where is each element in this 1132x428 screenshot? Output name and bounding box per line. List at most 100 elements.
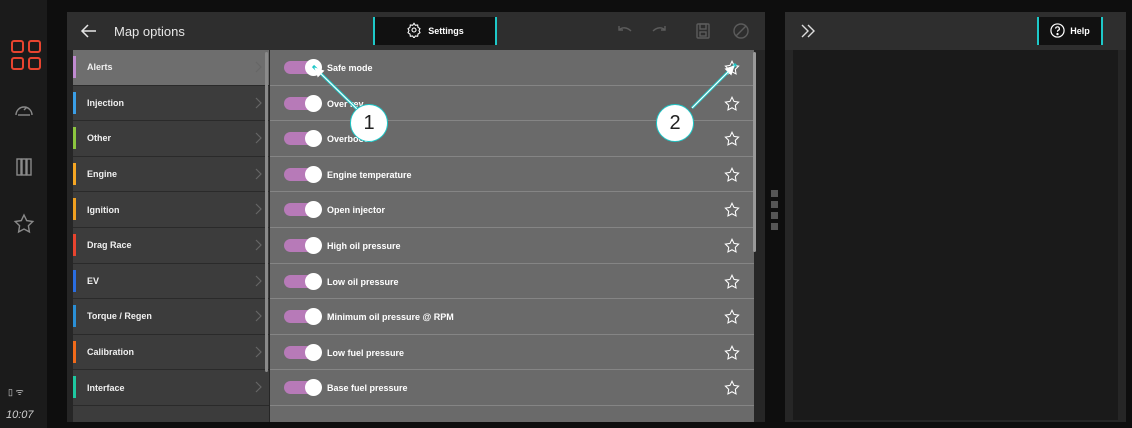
cancel-icon[interactable] [732,22,750,40]
option-row: High oil pressure [270,228,754,264]
option-row: Minimum oil pressure @ RPM [270,299,754,335]
favorite-star-icon[interactable] [723,379,741,397]
option-row: Base fuel pressure [270,370,754,406]
enable-toggle[interactable] [284,130,322,148]
favorite-star-icon[interactable] [723,201,741,219]
favorite-star-icon[interactable] [723,344,741,362]
category-item[interactable]: Engine [73,157,269,193]
enable-toggle[interactable] [284,379,322,397]
category-label: Torque / Regen [87,311,152,322]
category-item[interactable]: EV [73,264,269,300]
option-row: Low fuel pressure [270,335,754,371]
category-item[interactable]: Alerts [73,50,269,86]
gauge-icon[interactable] [12,98,36,122]
gear-icon [406,22,422,40]
save-icon[interactable] [694,22,712,40]
category-item[interactable]: Injection [73,86,269,122]
category-label: EV [87,275,100,286]
favorite-star-icon[interactable] [723,130,741,148]
settings-label: Settings [428,26,464,36]
option-label: Low fuel pressure [327,347,405,358]
chevron-right-icon [255,203,263,215]
category-color-bar [73,376,76,399]
option-label: Safe mode [327,63,373,73]
chevron-right-icon [255,61,263,73]
option-row: Engine temperature [270,157,754,193]
star-icon[interactable] [12,212,36,236]
category-label: Engine [87,169,118,180]
callout-1: 1 [350,104,388,142]
category-color-bar [73,56,76,78]
category-label: Drag Race [87,240,132,251]
category-color-bar [73,233,76,256]
option-row: Safe mode [270,50,754,86]
top-bar: Map options Settings [67,12,765,50]
favorite-star-icon[interactable] [723,166,741,184]
back-arrow-icon[interactable] [79,21,99,41]
panel-resize-handle[interactable] [771,190,778,234]
help-panel-top-bar: Help [785,12,1126,50]
chevron-right-icon [255,346,263,358]
chevron-right-icon [255,97,263,109]
apps-icon[interactable] [11,40,43,72]
favorite-star-icon[interactable] [723,59,741,77]
category-item[interactable]: Interface [73,370,269,406]
help-label: Help [1070,26,1090,36]
enable-toggle[interactable] [284,308,322,326]
category-item[interactable]: Other [73,121,269,157]
favorite-star-icon[interactable] [723,237,741,255]
settings-button[interactable]: Settings [373,17,497,45]
category-color-bar [73,340,76,363]
callout-2: 2 [656,104,694,142]
category-item[interactable]: Drag Race [73,228,269,264]
undo-icon[interactable] [616,22,634,40]
option-label: Engine temperature [327,169,412,180]
enable-toggle[interactable] [284,165,322,183]
help-button[interactable]: Help [1037,17,1103,45]
category-item[interactable]: Ignition [73,192,269,228]
category-color-bar [73,198,76,221]
help-panel: Help [785,12,1126,422]
chevron-right-icon [255,381,263,393]
category-color-bar [73,269,76,292]
category-label: Calibration [87,347,135,358]
double-chevron-right-icon[interactable] [799,22,817,40]
option-label: Low oil pressure [327,276,399,287]
enable-toggle[interactable] [284,343,322,361]
left-rail: ▯ ᯤ 10:07 [0,0,47,428]
help-content-area [793,50,1118,420]
category-label: Alerts [87,62,113,73]
enable-toggle[interactable] [284,201,322,219]
chevron-right-icon [255,132,263,144]
category-color-bar [73,127,76,150]
option-row: Open injector [270,192,754,228]
favorite-star-icon[interactable] [723,273,741,291]
favorite-star-icon[interactable] [723,308,741,326]
category-color-bar [73,91,76,114]
enable-toggle[interactable] [284,272,322,290]
columns-icon[interactable] [12,155,36,179]
chevron-right-icon [255,239,263,251]
page-title: Map options [114,24,185,39]
option-row: Low oil pressure [270,264,754,300]
category-item[interactable]: Calibration [73,335,269,371]
options-scrollbar[interactable] [753,52,756,252]
category-color-bar [73,305,76,328]
enable-toggle[interactable] [284,94,322,112]
question-icon [1050,22,1065,40]
option-label: Open injector [327,205,386,216]
category-label: Injection [87,97,125,108]
category-label: Ignition [87,204,120,215]
enable-toggle[interactable] [284,236,322,254]
category-scrollbar[interactable] [265,52,268,372]
favorite-star-icon[interactable] [723,95,741,113]
redo-icon[interactable] [650,22,668,40]
category-label: Interface [87,382,125,393]
chevron-right-icon [255,168,263,180]
option-label: Minimum oil pressure @ RPM [327,312,454,323]
option-label: Base fuel pressure [327,383,408,394]
category-item[interactable]: Torque / Regen [73,299,269,335]
category-label: Other [87,133,112,144]
option-label: High oil pressure [327,240,401,251]
enable-toggle[interactable] [284,59,322,76]
